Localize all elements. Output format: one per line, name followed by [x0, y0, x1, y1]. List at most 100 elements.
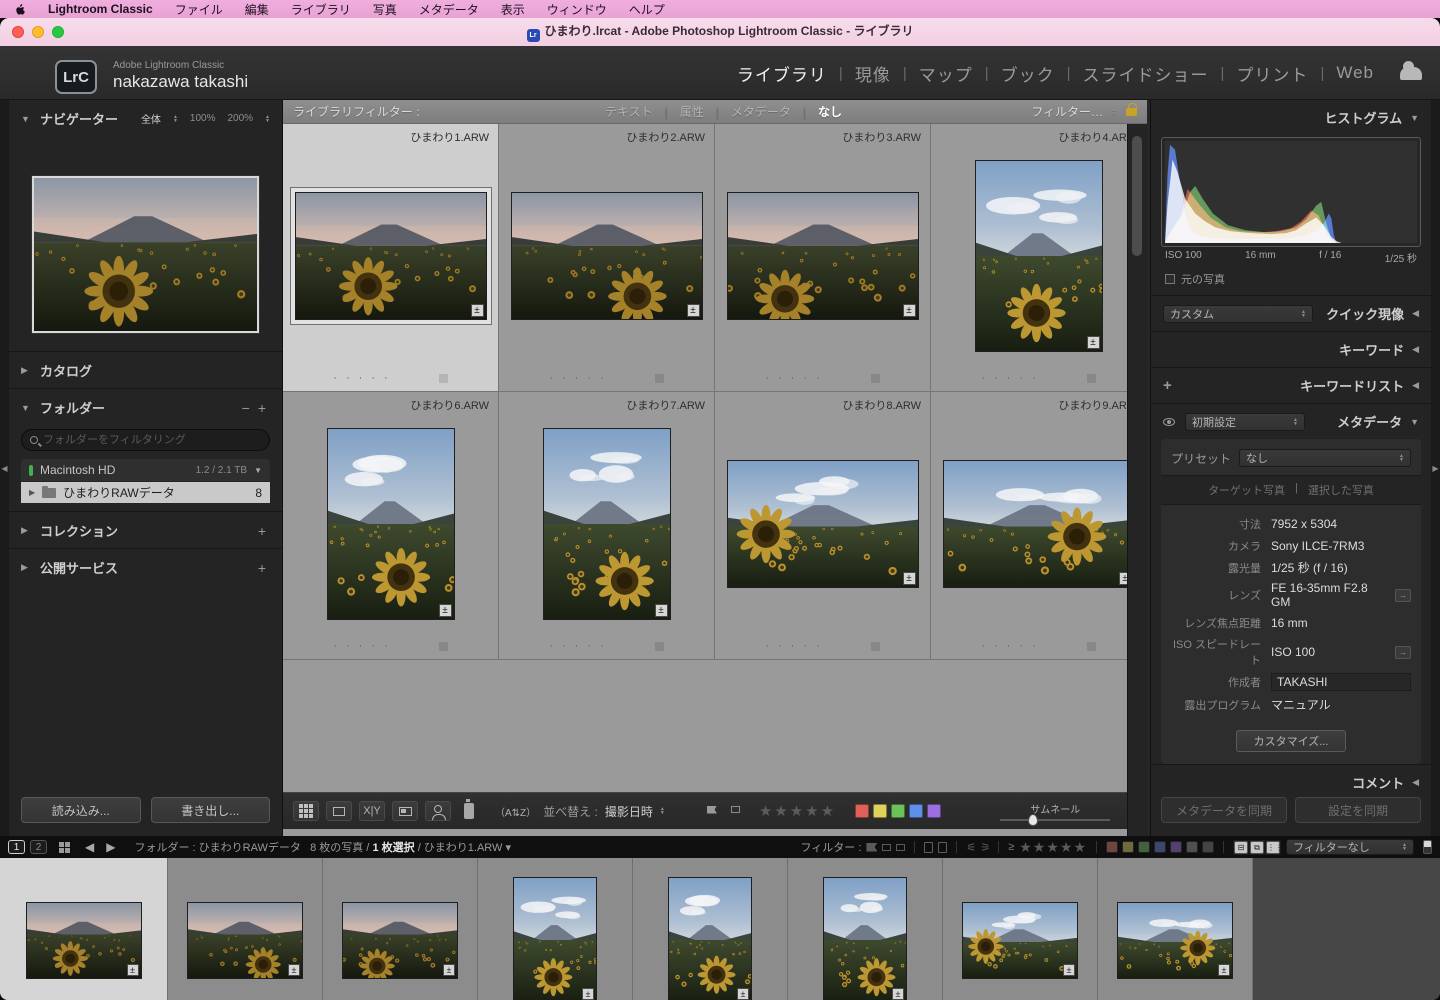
add-collection-button[interactable]: +: [254, 523, 270, 539]
adjustment-badge-icon[interactable]: ±: [471, 304, 484, 317]
filmstrip-thumbnail[interactable]: ±: [26, 902, 142, 979]
grid-photo-cell[interactable]: ひまわり8.ARW ± ·····: [715, 392, 931, 660]
slider-thumb[interactable]: [1028, 814, 1038, 826]
thumbnail-size-slider[interactable]: サムネール: [1000, 801, 1110, 821]
photo-thumbnail[interactable]: ±: [295, 192, 487, 320]
metadata-field-value[interactable]: 7952 x 5304: [1271, 517, 1411, 531]
window-button[interactable]: 1: [8, 840, 25, 854]
filmstrip-thumbnail-cell[interactable]: ±: [323, 858, 478, 1000]
grid-photo-cell[interactable]: ひまわり9.ARW ± ·····: [931, 392, 1147, 660]
filter-color-chip[interactable]: [1106, 841, 1118, 853]
navigator-preview[interactable]: [32, 176, 259, 333]
photo-thumbnail[interactable]: ±: [943, 460, 1135, 588]
menu-app[interactable]: Lightroom Classic: [48, 2, 153, 16]
catalog-header[interactable]: ▶ カタログ: [9, 351, 282, 388]
sort-value[interactable]: 撮影日時: [605, 803, 653, 820]
filter-color-chip[interactable]: [1186, 841, 1198, 853]
rating-dots[interactable]: ·····: [549, 644, 612, 648]
filmstrip-thumbnail-cell[interactable]: ±: [0, 858, 168, 1000]
right-panel-toggle[interactable]: ▶: [1431, 100, 1440, 836]
filmstrip-thumbnail-cell[interactable]: ±: [1098, 858, 1253, 1000]
add-folder-button[interactable]: +: [254, 400, 270, 416]
zoom-stepper-icon[interactable]: ▲▼: [173, 115, 178, 123]
photo-thumbnail[interactable]: ±: [727, 460, 919, 588]
filter-color-chip[interactable]: [1122, 841, 1134, 853]
rotate-handle-icon[interactable]: [1087, 642, 1096, 651]
grid-photo-cell[interactable]: ひまわり4.ARW ± ·····: [931, 124, 1147, 392]
quick-develop-preset-dropdown[interactable]: カスタム▲▼: [1163, 305, 1313, 323]
metadata-field-value[interactable]: FE 16-35mm F2.8 GM: [1271, 581, 1389, 609]
publish-services-header[interactable]: ▶ 公開サービス +: [9, 548, 282, 585]
photo-thumbnail[interactable]: ±: [975, 160, 1103, 352]
metadata-field-value[interactable]: Sony ILCE-7RM3: [1271, 539, 1411, 553]
rotate-handle-icon[interactable]: [439, 374, 448, 383]
apple-menu-icon[interactable]: [14, 3, 26, 16]
metadata-action-button[interactable]: →: [1395, 646, 1411, 659]
photo-thumbnail[interactable]: ±: [511, 192, 703, 320]
volume-disclosure-icon[interactable]: ▼: [254, 466, 262, 475]
filmstrip-thumbnail-cell[interactable]: ±: [943, 858, 1098, 1000]
folder-row-selected[interactable]: ▶ ひまわりRAWデータ 8: [21, 482, 270, 503]
slider-track[interactable]: [1000, 819, 1110, 821]
grid-photo-cell[interactable]: ひまわり6.ARW ± ·····: [283, 392, 499, 660]
quick-develop-header[interactable]: カスタム▲▼ クイック現像 ◀: [1151, 295, 1431, 331]
photo-thumbnail[interactable]: ±: [727, 192, 919, 320]
filter-lock-icon[interactable]: [1126, 108, 1137, 116]
histogram-header[interactable]: ヒストグラム ▼: [1151, 100, 1431, 135]
selected-photo-tab[interactable]: 選択した写真: [1308, 482, 1374, 498]
menu-file[interactable]: ファイル: [175, 1, 223, 18]
color-label-chip[interactable]: [909, 804, 923, 818]
filter-flag-pick-icon[interactable]: [866, 843, 877, 852]
rotate-handle-icon[interactable]: [871, 642, 880, 651]
rotate-handle-icon[interactable]: [439, 642, 448, 651]
module-tab[interactable]: ライブラリ: [725, 61, 839, 86]
adjustment-badge-icon[interactable]: ±: [903, 572, 916, 585]
filter-flag-reject-icon[interactable]: [896, 844, 905, 851]
add-publish-service-button[interactable]: +: [254, 560, 270, 576]
filter-enable-switch[interactable]: [1423, 840, 1432, 854]
module-tab[interactable]: Web: [1324, 63, 1386, 83]
toggle-stack-icon[interactable]: ⋮⋮: [1266, 841, 1280, 854]
filmstrip-thumbnail[interactable]: ±: [962, 902, 1078, 979]
painter-spray-icon[interactable]: [464, 803, 474, 819]
metadata-action-button[interactable]: →: [1395, 589, 1411, 602]
original-photo-checkbox[interactable]: [1165, 274, 1175, 284]
grid-photo-cell[interactable]: ひまわり2.ARW ± ·····: [499, 124, 715, 392]
filter-preset-label[interactable]: フィルター…: [1031, 103, 1103, 120]
filter-preset-dropdown[interactable]: フィルターなし▲▼: [1286, 839, 1414, 855]
filmstrip-thumbnail-cell[interactable]: ±: [168, 858, 323, 1000]
rotate-handle-icon[interactable]: [871, 374, 880, 383]
filmstrip-thumbnail-cell[interactable]: ±: [788, 858, 943, 1000]
rotate-handle-icon[interactable]: [655, 642, 664, 651]
filmstrip-thumbnail[interactable]: ±: [823, 877, 907, 1000]
adjustment-badge-icon[interactable]: ±: [1087, 336, 1100, 349]
filmstrip-thumbnail[interactable]: ±: [668, 877, 752, 1000]
metadata-mode-dropdown[interactable]: 初期設定▲▼: [1185, 413, 1305, 431]
forward-arrow-icon[interactable]: ▶: [103, 840, 118, 854]
filter-tab[interactable]: テキスト: [593, 103, 665, 120]
folder-disclosure-icon[interactable]: ▶: [29, 488, 35, 497]
filter-adjustments-icon[interactable]: ⚟: [966, 841, 975, 854]
keywords-header[interactable]: キーワード ◀: [1151, 331, 1431, 367]
flag-pick-icon[interactable]: [707, 806, 720, 817]
grid-view-shortcut-icon[interactable]: [59, 842, 70, 853]
filter-edit-status2-icon[interactable]: [938, 842, 947, 853]
navigator-header[interactable]: ▼ ナビゲーター 全体▲▼ 100% 200%▲▼: [9, 100, 282, 136]
rating-dots[interactable]: ·····: [549, 376, 612, 380]
menu-window[interactable]: ウィンドウ: [547, 1, 607, 18]
rotate-handle-icon[interactable]: [1087, 374, 1096, 383]
people-view-button[interactable]: [425, 801, 451, 821]
sync-metadata-button[interactable]: メタデータを同期: [1161, 797, 1287, 823]
zoom-200-option[interactable]: 200%: [227, 113, 253, 124]
metadata-field-value[interactable]: 16 mm: [1271, 616, 1411, 630]
metadata-field-value[interactable]: 1/25 秒 (f / 16): [1271, 559, 1411, 576]
filter-rating-stars[interactable]: ★★★★★: [1019, 839, 1087, 856]
compare-view-button[interactable]: X|Y: [359, 801, 385, 821]
toggle-badges-icon[interactable]: ⧉: [1250, 841, 1264, 854]
filter-tab[interactable]: メタデータ: [719, 103, 803, 120]
metadata-eye-icon[interactable]: [1163, 418, 1175, 426]
filter-noadjustments-icon[interactable]: ⚞: [980, 841, 989, 854]
rotate-handle-icon[interactable]: [655, 374, 664, 383]
survey-view-button[interactable]: [392, 801, 418, 821]
grid-photo-cell[interactable]: ひまわり7.ARW ± ·····: [499, 392, 715, 660]
